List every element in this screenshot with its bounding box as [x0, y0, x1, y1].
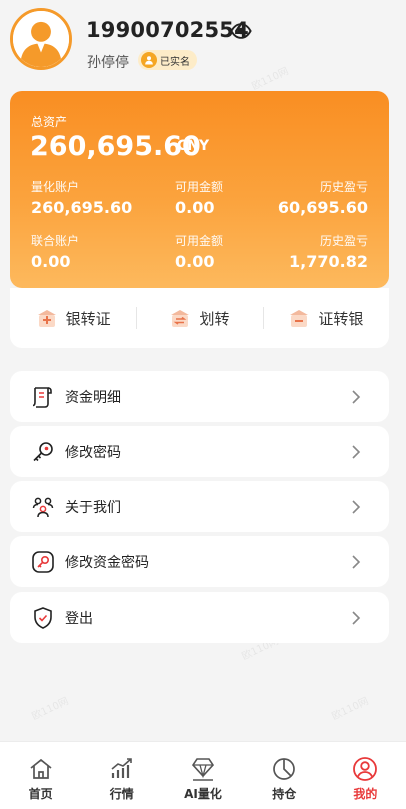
- watermark-text: 欧110网: [330, 696, 371, 723]
- menu-item-about-us[interactable]: 关于我们: [10, 481, 389, 532]
- tab-positions[interactable]: 持仓: [244, 742, 325, 809]
- bank-to-securities-button[interactable]: 银转证: [10, 303, 136, 333]
- market-icon: [111, 758, 132, 778]
- team-icon: [32, 497, 54, 517]
- quant-available-label: 可用金额: [175, 180, 224, 194]
- watermark-text: 欧110网: [30, 696, 71, 723]
- chevron-right-icon: [352, 499, 361, 514]
- bottom-tab-bar: 首页 行情 AI量化 持仓 我的: [0, 741, 406, 809]
- quant-pnl-stat: 历史盈亏 60,695.60: [278, 178, 368, 217]
- joint-pnl-label: 历史盈亏: [319, 234, 368, 248]
- bank-to-securities-label: 银转证: [65, 309, 111, 328]
- user-name: 孙停停: [87, 55, 129, 71]
- tab-ai-quant-label: AI量化: [184, 787, 222, 801]
- menu-label-change-password: 修改密码: [65, 444, 121, 461]
- joint-account-value: 0.00: [31, 252, 71, 271]
- eye-icon[interactable]: [230, 20, 252, 42]
- menu-item-fund-details[interactable]: 资金明细: [10, 371, 389, 422]
- total-assets-label: 总资产: [31, 115, 68, 129]
- verified-badge: 已实名: [138, 50, 197, 70]
- key-icon: [33, 441, 53, 461]
- tab-mine-label: 我的: [353, 787, 378, 801]
- menu-item-change-fund-password[interactable]: 修改资金密码: [10, 536, 389, 587]
- menu-label-about-us: 关于我们: [65, 499, 121, 516]
- position-icon: [273, 758, 296, 780]
- verified-user-icon: [141, 52, 157, 68]
- joint-available-label: 可用金额: [175, 234, 224, 248]
- ai-quant-icon: [191, 758, 215, 781]
- transfer-label: 划转: [199, 309, 230, 328]
- joint-pnl-value: 1,770.82: [289, 252, 368, 271]
- transfer-bar: 银转证 划转 证转银: [10, 288, 389, 348]
- home-icon: [30, 758, 52, 779]
- user-avatar-icon: [13, 11, 69, 67]
- profile-header: 19900702554 孙停停 已实名: [0, 0, 406, 92]
- quant-account-label: 量化账户: [31, 180, 80, 194]
- total-assets-value: 260,695.60: [30, 131, 201, 162]
- tab-mine[interactable]: 我的: [325, 742, 406, 809]
- securities-to-bank-icon: [290, 310, 309, 327]
- transfer-button[interactable]: 划转: [136, 303, 262, 333]
- key-lock-icon: [32, 550, 54, 573]
- joint-pnl-stat: 历史盈亏 1,770.82: [289, 232, 368, 271]
- menu-label-fund-details: 资金明细: [65, 389, 121, 406]
- profile-icon: [353, 757, 378, 781]
- quant-pnl-value: 60,695.60: [277, 198, 368, 217]
- tab-positions-label: 持仓: [272, 787, 297, 801]
- tab-home[interactable]: 首页: [0, 742, 81, 809]
- menu-label-change-fund-password: 修改资金密码: [65, 554, 149, 571]
- currency-label: CNY: [177, 138, 210, 154]
- shield-icon: [34, 606, 52, 629]
- quant-account-value: 260,695.60: [31, 198, 133, 217]
- joint-account-stat: 联合账户 0.00: [31, 232, 79, 271]
- tab-ai-quant[interactable]: AI量化: [162, 742, 243, 809]
- joint-account-label: 联合账户: [31, 234, 80, 248]
- chevron-right-icon: [352, 610, 361, 625]
- joint-available-value: 0.00: [175, 252, 215, 271]
- securities-to-bank-button[interactable]: 证转银: [262, 303, 389, 333]
- avatar[interactable]: [10, 8, 72, 70]
- tab-market-label: 行情: [109, 787, 134, 801]
- bank-to-securities-icon: [37, 310, 56, 327]
- transfer-icon: [171, 310, 190, 327]
- menu-label-logout: 登出: [65, 610, 93, 627]
- tab-market[interactable]: 行情: [81, 742, 162, 809]
- joint-available-stat: 可用金额 0.00: [175, 232, 223, 271]
- chevron-right-icon: [352, 444, 361, 459]
- menu-item-change-password[interactable]: 修改密码: [10, 426, 389, 477]
- menu-item-logout[interactable]: 登出: [10, 592, 389, 643]
- chevron-right-icon: [352, 554, 361, 569]
- quant-available-stat: 可用金额 0.00: [175, 178, 223, 217]
- receipt-icon: [32, 386, 52, 408]
- quant-available-value: 0.00: [175, 198, 215, 217]
- assets-card: 总资产 260,695.60 CNY 量化账户 260,695.60 可用金额 …: [10, 91, 389, 288]
- securities-to-bank-label: 证转银: [318, 309, 364, 328]
- tab-home-label: 首页: [28, 787, 53, 801]
- chevron-right-icon: [352, 389, 361, 404]
- verified-label: 已实名: [160, 56, 190, 68]
- phone-number: 19900702554: [86, 18, 249, 42]
- quant-pnl-label: 历史盈亏: [319, 180, 368, 194]
- quant-account-stat: 量化账户 260,695.60: [31, 178, 132, 217]
